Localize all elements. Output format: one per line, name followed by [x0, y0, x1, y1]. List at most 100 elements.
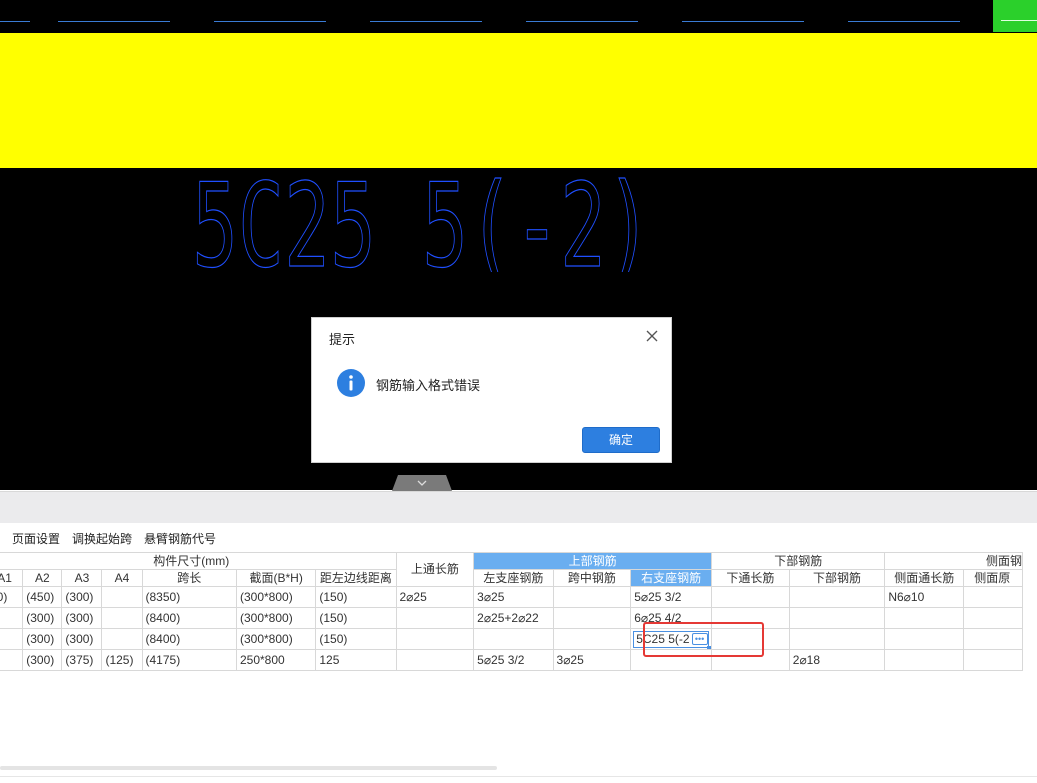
- table-cell[interactable]: 125: [315, 649, 397, 671]
- table-cell[interactable]: (150): [315, 607, 397, 629]
- col-header[interactable]: 侧面通长筋: [884, 569, 965, 587]
- table-cell[interactable]: (8400): [141, 607, 237, 629]
- divider: [0, 776, 1037, 777]
- info-icon: [337, 369, 365, 397]
- table-cell[interactable]: [884, 649, 965, 671]
- selected-element-marker: [993, 0, 1037, 32]
- table-cell[interactable]: [101, 586, 143, 608]
- swap-start-span-button[interactable]: 调换起始跨: [72, 530, 132, 547]
- table-cell[interactable]: [101, 607, 143, 629]
- col-header[interactable]: 跨中钢筋: [552, 569, 632, 587]
- table-cell[interactable]: (150): [315, 628, 397, 650]
- cad-line: [682, 21, 804, 22]
- table-cell[interactable]: 2⌀25: [395, 586, 475, 608]
- table-cell[interactable]: 2⌀25+2⌀22: [473, 607, 554, 629]
- table-cell[interactable]: (300): [22, 607, 63, 629]
- table-cell[interactable]: (300*800): [235, 586, 317, 608]
- table-cell[interactable]: 250*800: [235, 649, 317, 671]
- table-cell[interactable]: [395, 607, 475, 629]
- table-cell[interactable]: [552, 607, 632, 629]
- top-long-header[interactable]: 上通长筋: [395, 552, 475, 587]
- table-cell[interactable]: 5⌀25 3/2: [473, 649, 554, 671]
- table-cell[interactable]: [552, 628, 632, 650]
- panel-header-bar: [0, 491, 1037, 523]
- table-cell[interactable]: (450): [22, 586, 63, 608]
- col-header[interactable]: A2: [22, 569, 63, 587]
- page-settings-button[interactable]: 页面设置: [12, 530, 60, 547]
- table-cell[interactable]: (300): [61, 607, 103, 629]
- table-cell[interactable]: [0, 628, 24, 650]
- table-cell[interactable]: [0, 649, 24, 671]
- span-table: 构件尺寸(mm) 上通长筋 上部钢筋 下部钢筋 侧面钢 A1 A2 A3 A4 …: [0, 552, 1023, 671]
- table-cell[interactable]: 5⌀25 3/2: [630, 586, 713, 608]
- table-cell[interactable]: (375): [61, 649, 103, 671]
- table-cell[interactable]: [395, 628, 475, 650]
- table-cell[interactable]: [473, 628, 554, 650]
- cad-line: [526, 21, 638, 22]
- table-cell[interactable]: [788, 607, 886, 629]
- cantilever-rebar-code-button[interactable]: 悬臂钢筋代号: [144, 530, 216, 547]
- table-cell[interactable]: (300): [61, 628, 103, 650]
- table-cell[interactable]: (300*800): [235, 607, 317, 629]
- table-cell[interactable]: [788, 628, 886, 650]
- col-header[interactable]: A3: [61, 569, 103, 587]
- table-cell[interactable]: (300): [61, 586, 103, 608]
- highlighted-beam[interactable]: [0, 33, 1037, 168]
- table-cell[interactable]: [0, 607, 24, 629]
- col-header[interactable]: 跨长: [141, 569, 237, 587]
- col-header[interactable]: 距左边线距离: [315, 569, 397, 587]
- table-row: (300) (375) (125) (4175) 250*800 125 5⌀2…: [0, 649, 1023, 671]
- table-cell[interactable]: [963, 649, 1023, 671]
- table-cell[interactable]: [884, 607, 965, 629]
- cad-annotation-text: 5C25 5(-2): [192, 172, 652, 272]
- horizontal-scrollbar[interactable]: [0, 766, 497, 770]
- table-cell[interactable]: 50): [0, 586, 24, 608]
- span-table-container: 构件尺寸(mm) 上通长筋 上部钢筋 下部钢筋 侧面钢 A1 A2 A3 A4 …: [0, 552, 1037, 672]
- grid-toolbar: 页面设置 调换起始跨 悬臂钢筋代号: [0, 527, 228, 549]
- table-cell[interactable]: 3⌀25: [473, 586, 554, 608]
- table-cell[interactable]: [552, 586, 632, 608]
- table-row: 50) (450) (300) (8350) (300*800) (150) 2…: [0, 586, 1023, 608]
- col-header[interactable]: 下部钢筋: [788, 569, 886, 587]
- table-cell[interactable]: [395, 649, 475, 671]
- dialog-title: 提示: [329, 332, 356, 347]
- cad-line: [0, 21, 30, 22]
- table-cell[interactable]: [711, 586, 790, 608]
- col-header[interactable]: 左支座钢筋: [473, 569, 554, 587]
- col-header-active[interactable]: 右支座钢筋: [630, 569, 713, 587]
- cad-rebar-annotation: 5C25 5(-2): [190, 172, 660, 272]
- table-cell[interactable]: (8400): [141, 628, 237, 650]
- table-cell[interactable]: [963, 607, 1023, 629]
- table-cell[interactable]: (125): [101, 649, 143, 671]
- dialog-message: 钢筋输入格式错误: [376, 378, 481, 393]
- table-row: (300) (300) (8400) (300*800) (150) 5C25 …: [0, 628, 1023, 650]
- col-header[interactable]: 侧面原: [963, 569, 1023, 587]
- cad-line: [214, 21, 326, 22]
- table-cell[interactable]: [884, 628, 965, 650]
- col-header[interactable]: 截面(B*H): [235, 569, 317, 587]
- table-cell[interactable]: [101, 628, 143, 650]
- ok-button[interactable]: 确定: [582, 427, 660, 453]
- table-cell[interactable]: [788, 586, 886, 608]
- size-group-header: 构件尺寸(mm): [0, 552, 397, 570]
- table-cell[interactable]: [963, 586, 1023, 608]
- table-cell[interactable]: (300): [22, 649, 63, 671]
- bottom-rebar-group-header: 下部钢筋: [711, 552, 886, 570]
- col-header[interactable]: A4: [101, 569, 143, 587]
- table-cell[interactable]: 3⌀25: [552, 649, 632, 671]
- table-cell[interactable]: (4175): [141, 649, 237, 671]
- top-rebar-group-header: 上部钢筋: [473, 552, 713, 570]
- table-cell[interactable]: (300): [22, 628, 63, 650]
- col-header[interactable]: A1: [0, 569, 24, 587]
- table-row: (300) (300) (8400) (300*800) (150) 2⌀25+…: [0, 607, 1023, 629]
- close-icon[interactable]: [645, 329, 659, 343]
- col-header[interactable]: 下通长筋: [711, 569, 790, 587]
- table-cell[interactable]: [963, 628, 1023, 650]
- table-cell[interactable]: (300*800): [235, 628, 317, 650]
- panel-collapse-handle[interactable]: [392, 475, 452, 491]
- table-cell[interactable]: 2⌀18: [788, 649, 886, 671]
- chevron-down-icon: [417, 480, 427, 486]
- table-cell[interactable]: N6⌀10: [884, 586, 965, 608]
- table-cell[interactable]: (8350): [141, 586, 237, 608]
- table-cell[interactable]: (150): [315, 586, 397, 608]
